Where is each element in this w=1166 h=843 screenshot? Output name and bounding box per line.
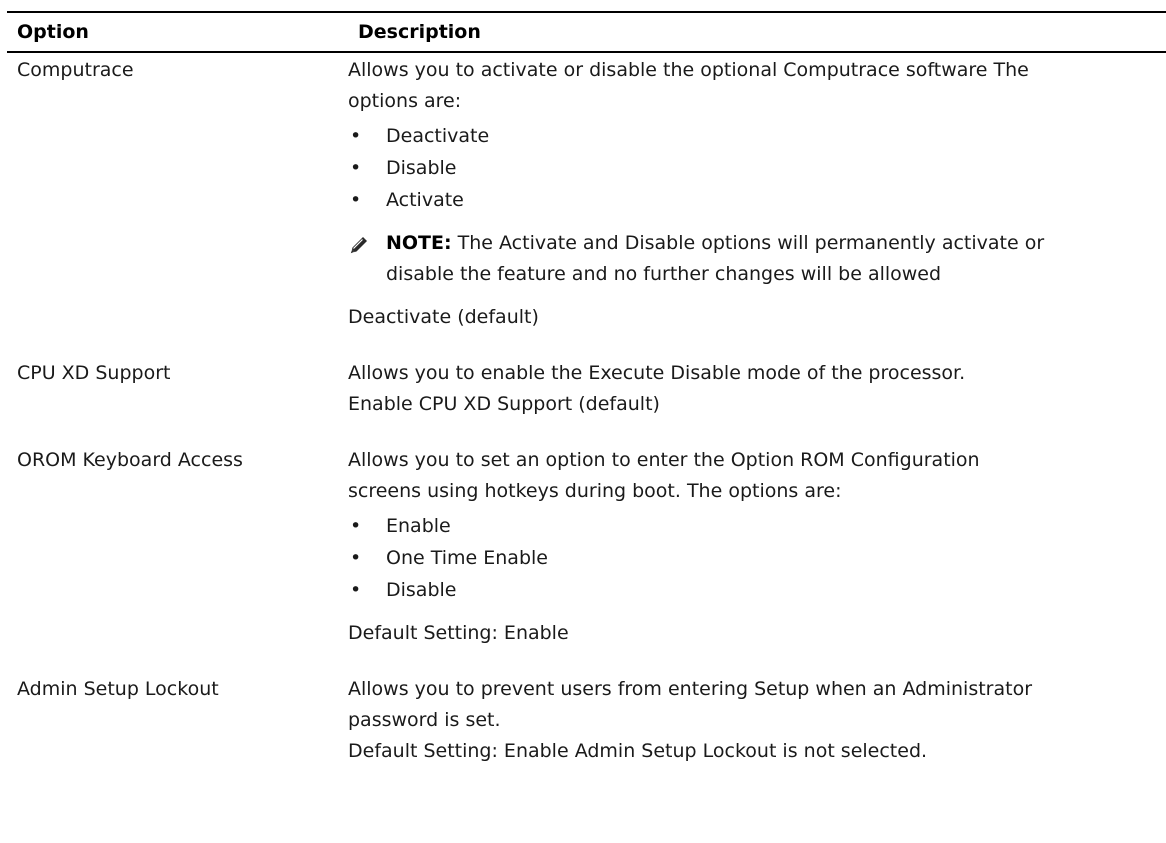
option-name: Admin Setup Lockout xyxy=(17,678,219,700)
header-description: Description xyxy=(358,21,481,43)
bios-options-page: Option Description Computrace Allows you… xyxy=(0,0,1166,843)
table-row-computrace: Computrace Allows you to activate or dis… xyxy=(7,55,1166,333)
option-name: OROM Keyboard Access xyxy=(17,449,243,471)
note-text: NOTE: The Activate and Disable options w… xyxy=(386,228,1044,290)
note-line: The Activate and Disable options will pe… xyxy=(457,232,1045,254)
description-text: Allows you to prevent users from enterin… xyxy=(348,674,1156,736)
list-item: Disable xyxy=(348,152,1156,184)
description-text: Allows you to enable the Execute Disable… xyxy=(348,362,966,384)
description-line: Allows you to prevent users from enterin… xyxy=(348,678,1033,700)
description-line: screens using hotkeys during boot. The o… xyxy=(348,480,842,502)
pencil-icon xyxy=(348,228,386,290)
default-value: Default Setting: Enable Admin Setup Lock… xyxy=(348,740,928,762)
table-header: Option Description xyxy=(7,11,1166,53)
option-description: Allows you to set an option to enter the… xyxy=(348,445,1156,649)
note-label: NOTE: xyxy=(386,232,452,254)
list-item: Enable xyxy=(348,510,1156,542)
option-description: Allows you to enable the Execute Disable… xyxy=(348,358,1156,420)
description-text: Allows you to set an option to enter the… xyxy=(348,445,1156,507)
default-value: Deactivate (default) xyxy=(348,306,539,328)
list-item: One Time Enable xyxy=(348,542,1156,574)
header-option: Option xyxy=(17,21,89,43)
default-value: Enable CPU XD Support (default) xyxy=(348,393,660,415)
description-line: password is set. xyxy=(348,709,501,731)
description-line: options are: xyxy=(348,90,462,112)
table-row-orom-keyboard-access: OROM Keyboard Access Allows you to set a… xyxy=(7,445,1166,649)
option-name: CPU XD Support xyxy=(17,362,171,384)
note-line: disable the feature and no further chang… xyxy=(386,263,942,285)
description-text: Allows you to activate or disable the op… xyxy=(348,55,1156,117)
table-row-cpu-xd-support: CPU XD Support Allows you to enable the … xyxy=(7,358,1166,420)
table-row-admin-setup-lockout: Admin Setup Lockout Allows you to preven… xyxy=(7,674,1166,767)
default-value: Default Setting: Enable xyxy=(348,622,569,644)
list-item: Deactivate xyxy=(348,120,1156,152)
option-description: Allows you to prevent users from enterin… xyxy=(348,674,1156,767)
description-line: Allows you to set an option to enter the… xyxy=(348,449,980,471)
note-block: NOTE: The Activate and Disable options w… xyxy=(348,228,1156,290)
option-description: Allows you to activate or disable the op… xyxy=(348,55,1156,333)
option-name: Computrace xyxy=(17,59,134,81)
list-item: Disable xyxy=(348,574,1156,606)
options-list: Deactivate Disable Activate xyxy=(348,120,1156,216)
description-line: Allows you to activate or disable the op… xyxy=(348,59,1029,81)
options-list: Enable One Time Enable Disable xyxy=(348,510,1156,606)
list-item: Activate xyxy=(348,184,1156,216)
options-table: Option Description Computrace Allows you… xyxy=(7,11,1166,767)
